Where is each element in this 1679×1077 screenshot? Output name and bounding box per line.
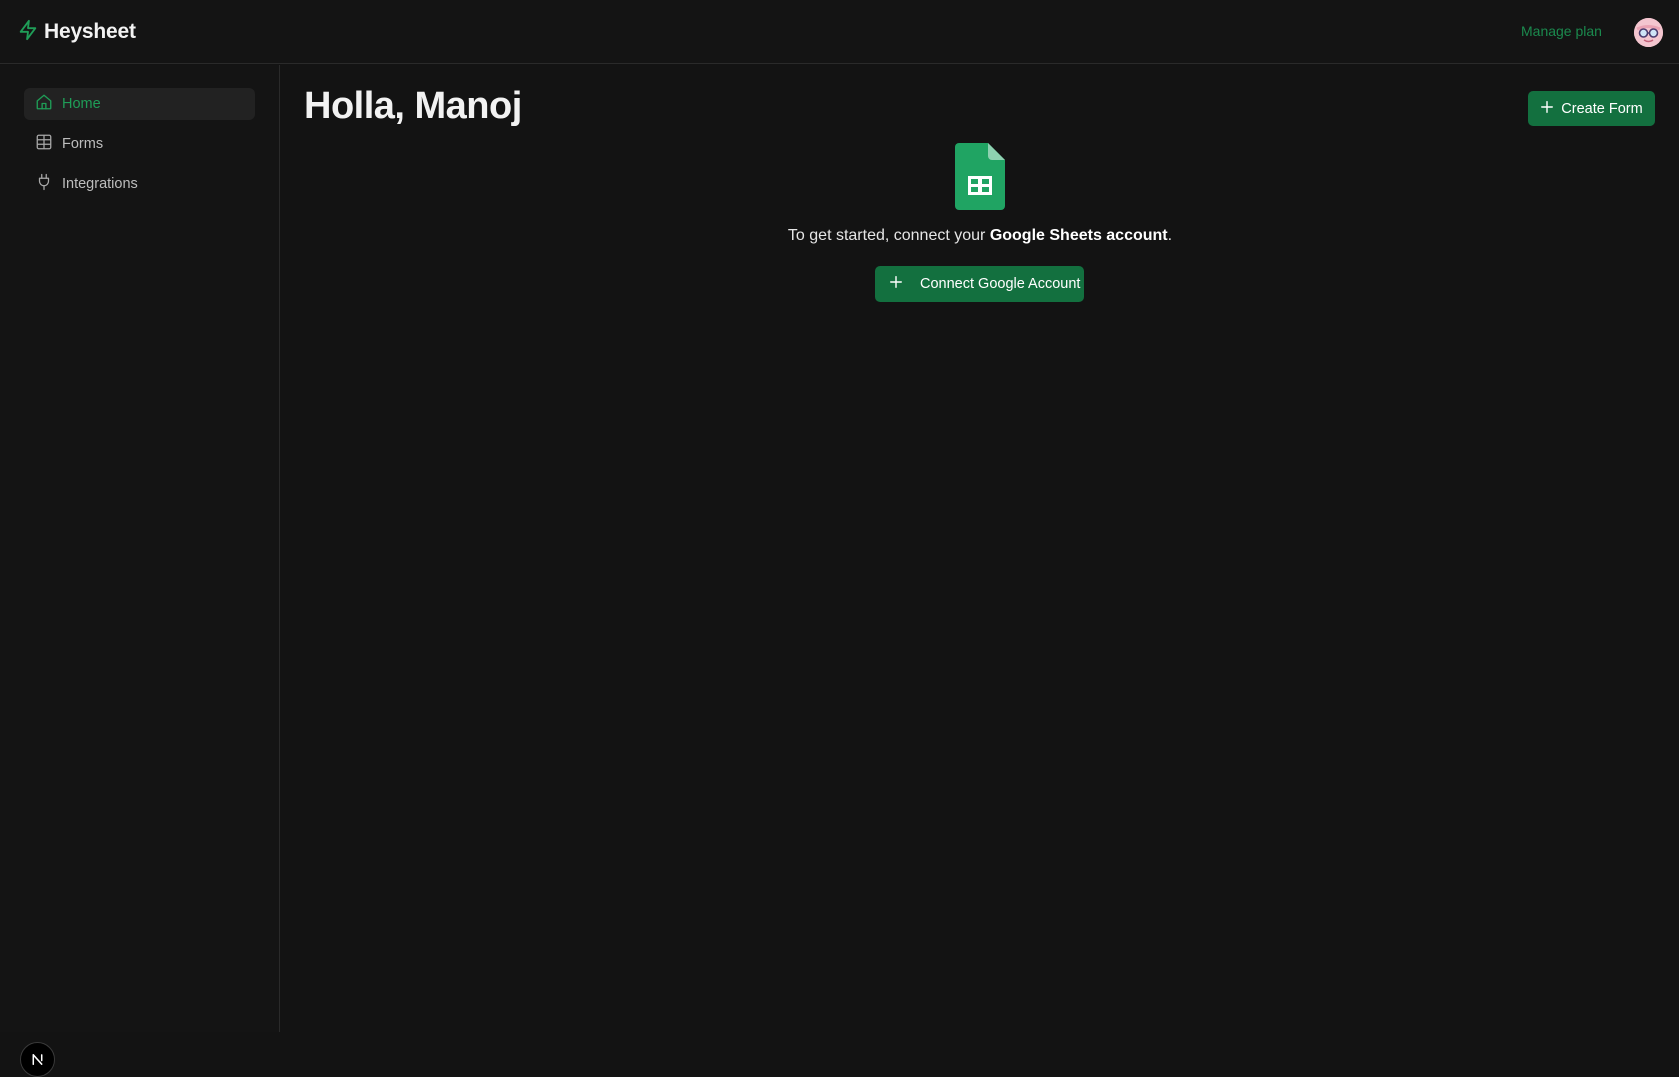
connect-prompt: To get started, connect your Google Shee… [740,227,1220,245]
plus-icon [889,275,903,293]
sidebar-item-label: Home [62,96,101,112]
bolt-icon [17,18,39,47]
sidebar: Home Forms Integrations [0,65,280,1077]
top-bar: Heysheet Manage plan [0,0,1679,64]
prompt-text: To get started, connect your [787,227,990,244]
prompt-suffix: . [1167,227,1173,244]
sidebar-item-integrations[interactable]: Integrations [24,168,255,200]
brand-logo[interactable]: Heysheet [17,18,136,46]
connect-google-account-button[interactable]: Connect Google Account [875,266,1084,302]
sidebar-item-home[interactable]: Home [24,88,255,120]
page-title: Holla, Manoj [304,85,522,127]
plug-icon [35,173,53,195]
plus-icon [1540,100,1554,118]
create-form-button[interactable]: Create Form [1528,91,1655,126]
google-sheets-icon [955,143,1005,210]
sidebar-item-label: Forms [62,136,104,152]
avatar[interactable] [1634,18,1663,47]
n-badge[interactable]: N [20,1042,55,1077]
manage-plan-link[interactable]: Manage plan [1521,23,1602,39]
home-icon [35,93,53,115]
brand-name: Heysheet [44,20,136,43]
create-form-label: Create Form [1561,100,1643,117]
connect-google-account-label: Connect Google Account [920,276,1081,292]
table-grid-icon [35,133,53,155]
sidebar-item-label: Integrations [62,176,138,192]
prompt-bold-text: Google Sheets account [989,227,1168,244]
sidebar-item-forms[interactable]: Forms [24,128,255,160]
